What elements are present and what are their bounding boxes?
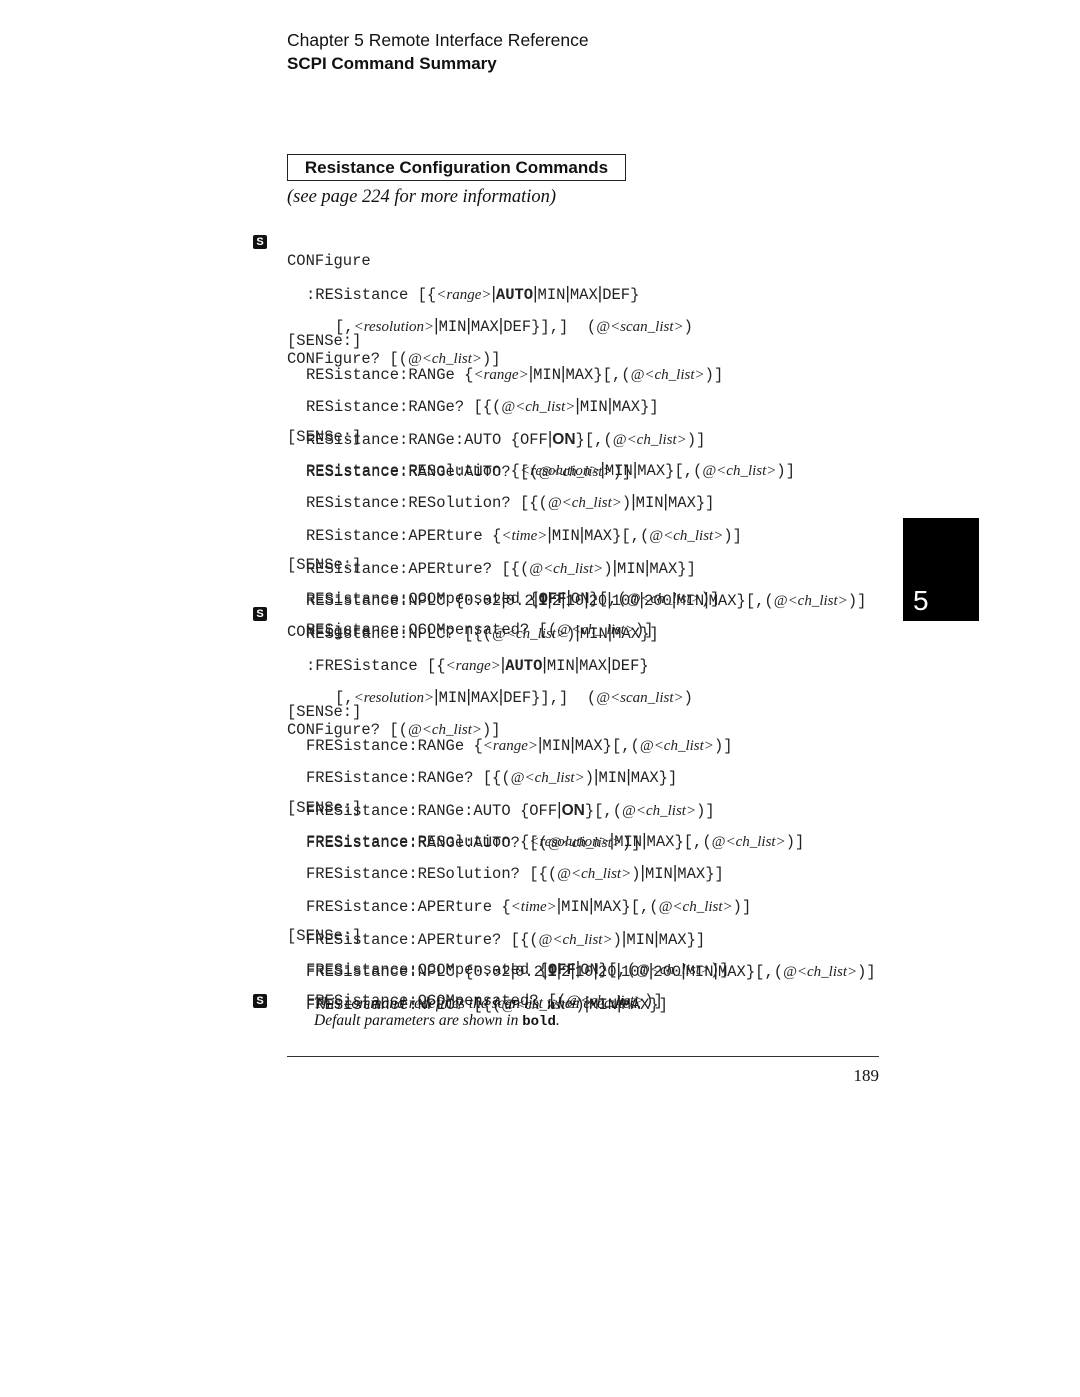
box-title: Resistance Configuration Commands bbox=[287, 154, 626, 181]
command-line: [SENSe:] bbox=[287, 428, 362, 447]
scan-list-badge-icon: S bbox=[253, 994, 267, 1008]
chapter-tab-number: 5 bbox=[913, 585, 929, 616]
chapter-heading: Chapter 5 Remote Interface Reference bbox=[287, 30, 589, 50]
command-line: [SENSe:] bbox=[287, 556, 362, 575]
page-number: 189 bbox=[853, 1066, 880, 1085]
chapter-tab: 5 bbox=[903, 518, 979, 621]
command-line: [SENSe:] bbox=[287, 799, 362, 818]
command-line: FRESistance:RANGe {<range>|MIN|MAX}[,(@<… bbox=[306, 734, 733, 755]
command-line: RESistance:RESolution {<resolution>|MIN|… bbox=[306, 459, 796, 480]
command-line: CONFigure bbox=[287, 623, 371, 642]
command-line: RESistance:OCOMpensated {OFF|ON}[,(@<ch_… bbox=[306, 587, 720, 608]
scan-list-badge-icon: S bbox=[253, 235, 267, 249]
footer-rule bbox=[287, 1056, 879, 1057]
command-line: FRESistance:RESolution {<resolution>|MIN… bbox=[306, 830, 805, 851]
command-line: [SENSe:] bbox=[287, 927, 362, 946]
command-line: FRESistance:OCOMpensated {OFF|ON}[,(@<ch… bbox=[306, 958, 729, 979]
command-line: :RESistance [{<range>|AUTO|MIN|MAX|DEF} bbox=[306, 283, 640, 304]
scan-list-badge-icon: S bbox=[253, 607, 267, 621]
command-line: [SENSe:] bbox=[287, 703, 362, 722]
footnote-line-1: This command redefines the scan list whe… bbox=[314, 995, 642, 1012]
section-heading: SCPI Command Summary bbox=[287, 54, 497, 73]
footnote-line-2: Default parameters are shown in bold. bbox=[314, 1012, 560, 1030]
command-line: [SENSe:] bbox=[287, 332, 362, 351]
see-page-reference: (see page 224 for more information) bbox=[287, 187, 557, 207]
command-line: CONFigure bbox=[287, 252, 371, 271]
command-line: RESistance:RESolution? [{(@<ch_list>)|MI… bbox=[306, 491, 715, 513]
footnote: This command redefines the scan list whe… bbox=[314, 995, 641, 1031]
command-line: FRESistance:RESolution? [{(@<ch_list>)|M… bbox=[306, 862, 724, 884]
command-line: RESistance:RANGe {<range>|MIN|MAX}[,(@<c… bbox=[306, 363, 724, 384]
command-line: :FRESistance [{<range>|AUTO|MIN|MAX|DEF} bbox=[306, 654, 649, 675]
